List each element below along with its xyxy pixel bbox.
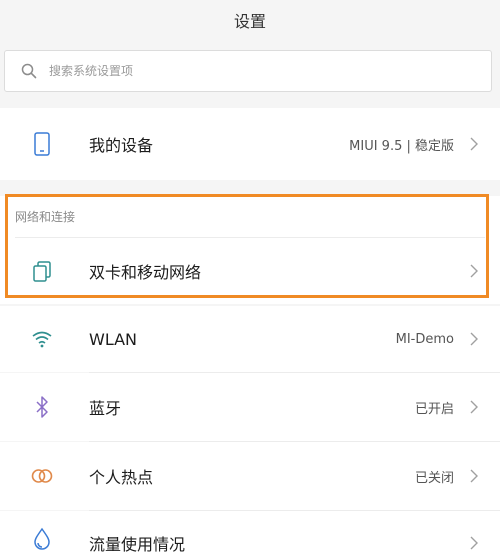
my-device-row[interactable]: 我的设备 MIUI 9.5 | 稳定版 [0, 108, 500, 180]
wlan-row[interactable]: WLAN MI-Demo [0, 306, 500, 372]
chevron-right-icon [470, 332, 478, 346]
data-usage-label: 流量使用情况 [89, 535, 186, 554]
data-usage-icon [30, 527, 54, 551]
phone-icon [30, 132, 54, 156]
dual-sim-row[interactable]: 双卡和移动网络 [0, 238, 500, 304]
sim-card-icon [30, 259, 54, 283]
search-section [0, 40, 500, 100]
search-input[interactable] [47, 63, 431, 79]
bluetooth-label: 蓝牙 [89, 399, 122, 418]
data-usage-row[interactable]: 流量使用情况 [0, 511, 500, 557]
wlan-label: WLAN [89, 329, 138, 349]
section-title: 网络和连接 [15, 210, 76, 224]
wlan-value: MI-Demo [395, 331, 454, 347]
search-box[interactable] [4, 50, 492, 92]
hotspot-label: 个人热点 [89, 468, 154, 487]
my-device-label: 我的设备 [89, 136, 154, 155]
dual-sim-label: 双卡和移动网络 [89, 263, 202, 282]
page-title: 设置 [233, 12, 266, 31]
hotspot-row[interactable]: 个人热点 已关闭 [0, 442, 500, 510]
hotspot-value: 已关闭 [414, 470, 454, 486]
chevron-right-icon [470, 469, 478, 483]
wifi-icon [30, 327, 54, 351]
bluetooth-icon [30, 395, 54, 419]
chevron-right-icon [470, 264, 478, 278]
title-bar: 设置 [0, 0, 500, 40]
search-icon [21, 63, 37, 79]
hotspot-icon [30, 464, 54, 488]
bluetooth-row[interactable]: 蓝牙 已开启 [0, 373, 500, 441]
section-header: 网络和连接 [0, 196, 500, 238]
chevron-right-icon [470, 400, 478, 414]
bluetooth-value: 已开启 [414, 401, 454, 417]
chevron-right-icon [470, 536, 478, 550]
chevron-right-icon [470, 137, 478, 151]
my-device-value: MIUI 9.5 | 稳定版 [349, 138, 454, 154]
